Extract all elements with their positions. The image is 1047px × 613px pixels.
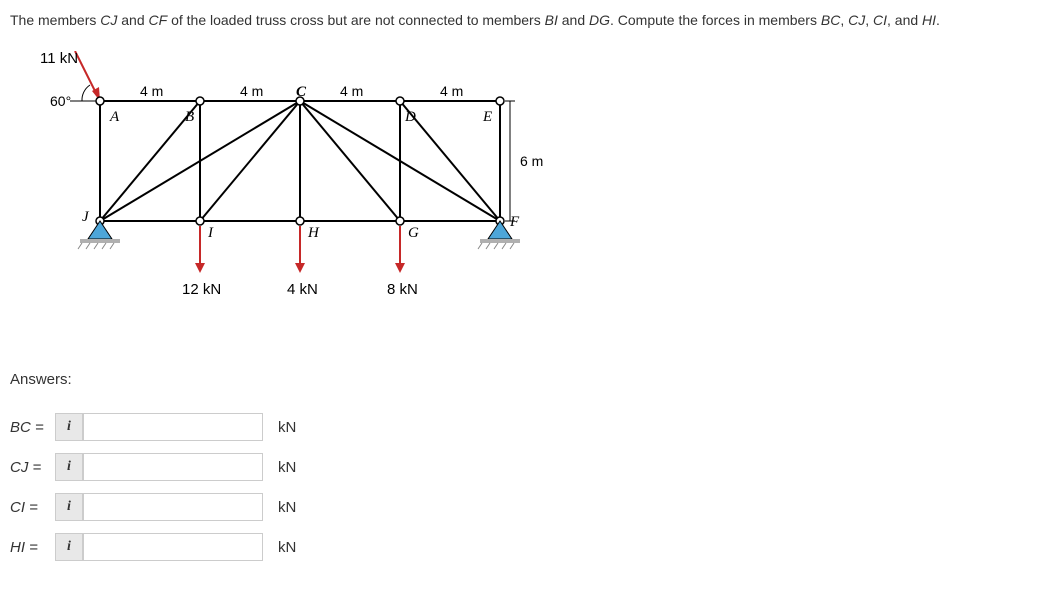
node-G: G xyxy=(408,225,419,241)
problem-italic: HI xyxy=(922,12,936,28)
answer-label-cj: CJ = xyxy=(10,459,55,476)
problem-text: and xyxy=(117,12,148,28)
problem-italic: CF xyxy=(149,12,168,28)
info-icon[interactable]: i xyxy=(55,533,83,561)
problem-italic: CJ xyxy=(100,12,117,28)
problem-italic: BI xyxy=(545,12,558,28)
info-icon[interactable]: i xyxy=(55,453,83,481)
problem-text: of the loaded truss cross but are not co… xyxy=(167,12,544,28)
problem-text: The members xyxy=(10,12,100,28)
span4-label: 4 m xyxy=(440,83,463,99)
answer-row-ci: CI = i kN xyxy=(10,493,1037,521)
problem-italic: CJ xyxy=(848,12,865,28)
node-I: I xyxy=(207,225,214,241)
answer-input-cj[interactable] xyxy=(83,453,263,481)
node-F: F xyxy=(509,214,520,230)
answers-heading: Answers: xyxy=(10,371,1037,388)
node-E: E xyxy=(482,109,492,125)
unit-label: kN xyxy=(278,539,296,556)
problem-text: , and xyxy=(887,12,922,28)
problem-text: , xyxy=(840,12,848,28)
problem-italic: BC xyxy=(821,12,840,28)
load-I: 12 kN xyxy=(182,281,221,298)
answer-input-ci[interactable] xyxy=(83,493,263,521)
answer-row-hi: HI = i kN xyxy=(10,533,1037,561)
span2-label: 4 m xyxy=(240,83,263,99)
answer-label-ci: CI = xyxy=(10,499,55,516)
info-icon[interactable]: i xyxy=(55,493,83,521)
unit-label: kN xyxy=(278,419,296,436)
answer-input-bc[interactable] xyxy=(83,413,263,441)
truss-diagram: 11 kN 60° 4 m 4 m 4 m 4 m 6 m xyxy=(40,51,560,331)
answer-row-cj: CJ = i kN xyxy=(10,453,1037,481)
node-H: H xyxy=(307,225,320,241)
problem-text: and xyxy=(558,12,589,28)
problem-statement: The members CJ and CF of the loaded trus… xyxy=(10,10,1037,31)
answer-input-hi[interactable] xyxy=(83,533,263,561)
problem-text: . xyxy=(936,12,940,28)
answers-section: Answers: BC = i kN CJ = i kN CI = i kN H… xyxy=(10,371,1037,561)
node-J: J xyxy=(82,209,90,225)
answer-row-bc: BC = i kN xyxy=(10,413,1037,441)
node-C: C xyxy=(296,84,307,100)
problem-italic: CI xyxy=(873,12,887,28)
answer-label-bc: BC = xyxy=(10,419,55,436)
force-top-label: 11 kN xyxy=(40,51,78,67)
node-D: D xyxy=(404,109,416,125)
span3-label: 4 m xyxy=(340,83,363,99)
problem-text: , xyxy=(865,12,873,28)
span1-label: 4 m xyxy=(140,83,163,99)
truss-svg: 11 kN 60° 4 m 4 m 4 m 4 m 6 m xyxy=(40,51,560,331)
node-B: B xyxy=(185,109,194,125)
height-label: 6 m xyxy=(520,153,543,169)
problem-text: . Compute the forces in members xyxy=(610,12,821,28)
info-icon[interactable]: i xyxy=(55,413,83,441)
load-G: 8 kN xyxy=(387,281,418,298)
load-H: 4 kN xyxy=(287,281,318,298)
answer-label-hi: HI = xyxy=(10,539,55,556)
node-A: A xyxy=(109,109,120,125)
unit-label: kN xyxy=(278,459,296,476)
problem-italic: DG xyxy=(589,12,610,28)
angle-label: 60° xyxy=(50,93,71,109)
unit-label: kN xyxy=(278,499,296,516)
